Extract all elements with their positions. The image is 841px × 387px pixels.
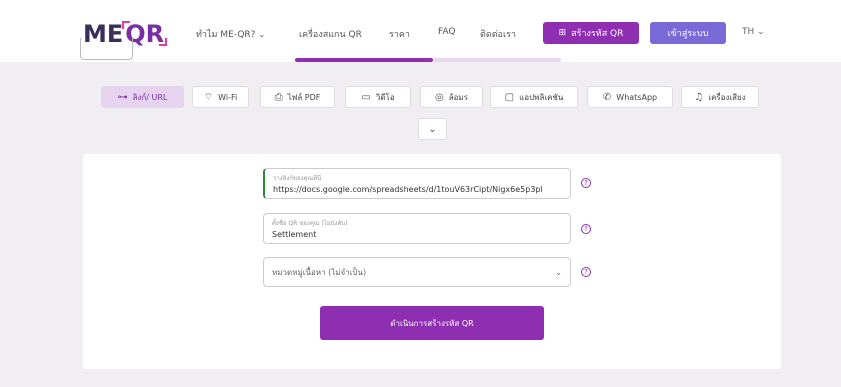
progress-step-active — [295, 58, 433, 62]
nav-faq[interactable]: FAQ — [438, 27, 455, 37]
tab-whatsapp[interactable]: ✆ WhatsApp — [587, 86, 673, 108]
url-field-label: วางลิงก์ของคุณที่นี่ — [273, 175, 322, 182]
wifi-icon: ⌔ — [203, 91, 214, 103]
nav-why-meqr[interactable]: ทำไม ME-QR? ⌄ — [196, 27, 265, 41]
qr-code-icon: ⊞ — [558, 28, 567, 38]
whatsapp-icon: ✆ — [602, 91, 612, 103]
nav-faq-label: FAQ — [438, 27, 456, 37]
tab-app-label: แอปพลิเคชัน — [519, 92, 564, 102]
language-label: TH — [742, 27, 755, 37]
tab-bullseye[interactable]: ◎ ล้อมร — [420, 86, 483, 108]
generate-qr-label: ดำเนินการสร้างรหัส QR — [390, 318, 474, 328]
nav-qr-scanner[interactable]: เครื่องสแกน QR — [299, 27, 362, 41]
qr-name-help-icon[interactable]: ? — [581, 224, 591, 234]
chevron-down-icon: ⌄ — [757, 27, 765, 37]
tab-app[interactable]: ▢ แอปพลิเคชัน — [490, 86, 578, 108]
chevron-down-icon: ⌄ — [428, 123, 437, 135]
language-selector[interactable]: TH ⌄ — [742, 27, 765, 37]
url-help-icon[interactable]: ? — [581, 178, 591, 188]
generate-qr-button[interactable]: ดำเนินการสร้างรหัส QR — [320, 306, 544, 340]
tab-pdf-label: ไฟล์ PDF — [287, 92, 321, 102]
tab-wifi-label: Wi-Fi — [218, 92, 238, 102]
login-label: เข้าสู่ระบบ — [667, 29, 709, 39]
chevron-down-icon: ⌄ — [555, 267, 562, 277]
app-icon: ▢ — [504, 91, 515, 103]
tab-pdf[interactable]: ⎙ ไฟล์ PDF — [260, 86, 335, 108]
tab-audio[interactable]: ♫ เครื่องเสียง — [681, 86, 759, 108]
create-qr-label: สร้างรหัส QR — [571, 29, 624, 39]
tab-whatsapp-label: WhatsApp — [616, 92, 658, 102]
qr-name-value[interactable]: Settlement — [272, 230, 562, 239]
folder-select-placeholder: หมวดหมู่เนื้อหา (ไม่จำเป็น) — [272, 267, 367, 277]
nav-qr-scanner-label: เครื่องสแกน QR — [299, 30, 362, 40]
nav-contact-label: ติดต่อเรา — [480, 30, 516, 40]
bullseye-icon: ◎ — [434, 91, 444, 103]
music-note-icon: ♫ — [694, 91, 704, 103]
top-header: MEQR ทำไม ME-QR? ⌄ เครื่องสแกน QR ราคา FA… — [0, 0, 841, 62]
qr-name-field[interactable]: ตั้งชื่อ QR ของคุณ (ไม่บังคับ) Settlemen… — [263, 213, 571, 244]
help-symbol: ? — [584, 225, 588, 233]
tab-bullseye-label: ล้อมร — [448, 92, 468, 102]
tab-link-url-label: ลิงก์/ URL — [132, 92, 168, 102]
chevron-down-icon: ⌄ — [258, 30, 266, 39]
tab-wifi[interactable]: ⌔ Wi-Fi — [192, 86, 249, 108]
header-outline-box — [80, 38, 133, 60]
tab-video[interactable]: ▭ วิดีโอ — [345, 86, 411, 108]
help-symbol: ? — [584, 179, 588, 187]
create-qr-button[interactable]: ⊞ สร้างรหัส QR — [543, 22, 639, 44]
tab-audio-label: เครื่องเสียง — [708, 92, 746, 102]
progress-step-inactive — [433, 58, 561, 62]
tab-link-url[interactable]: ⊶ ลิงก์/ URL — [101, 86, 184, 108]
nav-pricing[interactable]: ราคา — [389, 27, 410, 41]
help-symbol: ? — [584, 268, 588, 276]
nav-pricing-label: ราคา — [389, 30, 410, 40]
show-more-types-button[interactable]: ⌄ — [418, 118, 447, 140]
link-icon: ⊶ — [117, 91, 128, 103]
tab-video-label: วิดีโอ — [375, 92, 395, 102]
folder-select[interactable]: หมวดหมู่เนื้อหา (ไม่จำเป็น) ⌄ — [263, 257, 571, 287]
pdf-file-icon: ⎙ — [274, 91, 283, 103]
video-icon: ▭ — [361, 91, 371, 103]
nav-contact[interactable]: ติดต่อเรา — [480, 27, 516, 41]
login-button[interactable]: เข้าสู่ระบบ — [650, 22, 726, 44]
url-field[interactable]: วางลิงก์ของคุณที่นี่ https://docs.google… — [263, 168, 571, 199]
nav-why-meqr-label: ทำไม ME-QR? — [196, 30, 256, 40]
url-field-value[interactable]: https://docs.google.com/spreadsheets/d/1… — [273, 185, 562, 194]
qr-name-label: ตั้งชื่อ QR ของคุณ (ไม่บังคับ) — [272, 220, 348, 227]
folder-help-icon[interactable]: ? — [581, 267, 591, 277]
